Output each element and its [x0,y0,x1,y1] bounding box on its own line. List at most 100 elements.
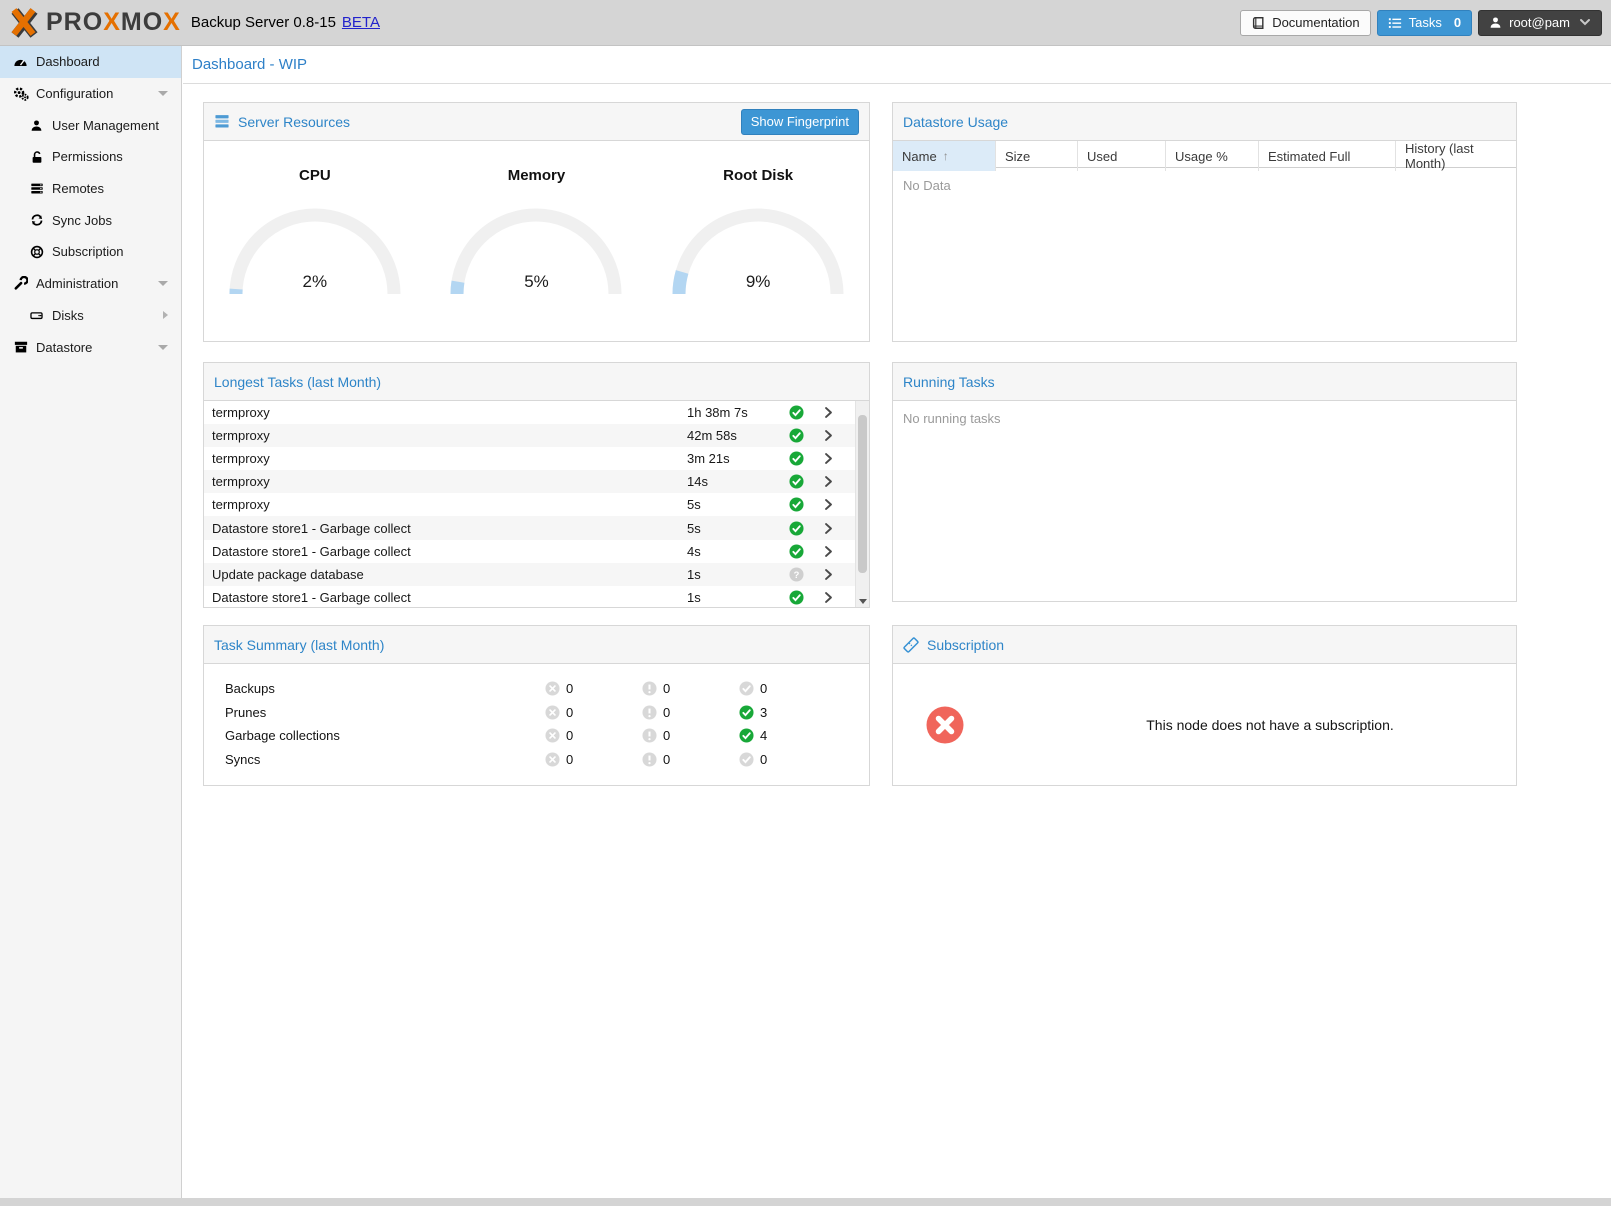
task-status-icon: ? [780,451,812,466]
sidebar-item-disks[interactable]: Disks [0,300,181,332]
sidebar-item-configuration[interactable]: Configuration [0,78,181,110]
life-ring-icon [28,245,45,259]
column-size[interactable]: Size [996,141,1078,171]
task-row[interactable]: Datastore store1 - Garbage collect 4s ? [204,540,855,563]
user-icon [1489,16,1502,29]
error-circle-icon [545,705,560,720]
column-estimated-full[interactable]: Estimated Full [1259,141,1396,171]
warning-count: 0 [642,705,739,720]
wrench-icon [12,276,29,291]
chevron-right-icon[interactable] [812,451,844,466]
memory-value: 5% [448,272,624,292]
chevron-right-icon[interactable] [812,544,844,559]
check-circle-icon [739,705,754,720]
task-row[interactable]: termproxy 42m 58s ? [204,424,855,447]
tasks-button[interactable]: Tasks 0 [1377,10,1472,36]
memory-gauge: Memory 5% [448,167,624,300]
datastore-usage-panel: Datastore Usage Name↑ Size Used Usage % … [892,102,1517,342]
sidebar-item-permissions[interactable]: Permissions [0,141,181,173]
running-tasks-empty-text: No running tasks [893,401,1516,436]
task-row[interactable]: Datastore store1 - Garbage collect 1s ? [204,586,855,607]
task-status-icon: ? [780,544,812,559]
chevron-right-icon[interactable] [812,590,844,605]
task-row[interactable]: Datastore store1 - Garbage collect 5s ? [204,516,855,539]
check-circle-icon [739,728,754,743]
ok-count: 4 [739,728,869,743]
subscription-message: This node does not have a subscription. [964,717,1516,733]
product-name: Backup Server 0.8-15 [191,14,336,31]
show-fingerprint-button[interactable]: Show Fingerprint [741,109,859,135]
warning-circle-icon [642,752,657,767]
chevron-right-icon[interactable] [812,428,844,443]
scrollbar-thumb[interactable] [858,415,867,573]
server-resources-panel: Server Resources Show Fingerprint CPU 2%… [203,102,870,342]
chevron-right-icon[interactable] [812,405,844,420]
task-status-icon: ? [780,567,812,582]
sidebar-item-user-management[interactable]: User Management [0,109,181,141]
task-status-icon: ? [780,590,812,605]
task-row[interactable]: termproxy 1h 38m 7s ? [204,401,855,424]
chevron-right-icon[interactable] [812,474,844,489]
column-history[interactable]: History (last Month) [1396,141,1516,171]
column-name[interactable]: Name↑ [893,141,996,171]
task-status-icon: ? [780,428,812,443]
warning-circle-icon [642,681,657,696]
task-status-icon: ? [780,497,812,512]
sidebar-item-subscription[interactable]: Subscription [0,236,181,268]
ok-count: 0 [739,752,869,767]
sync-icon [28,213,45,227]
warning-circle-icon [642,728,657,743]
cpu-value: 2% [227,272,403,292]
chevron-right-icon[interactable] [812,497,844,512]
task-status-icon: ? [780,405,812,420]
running-tasks-title: Running Tasks [903,374,995,390]
error-circle-icon [545,681,560,696]
caret-right-icon [163,311,168,319]
scrollbar-down-icon[interactable] [859,599,867,604]
user-menu-button[interactable]: root@pam [1478,10,1602,36]
task-row[interactable]: termproxy 3m 21s ? [204,447,855,470]
longest-tasks-panel: Longest Tasks (last Month) termproxy 1h … [203,362,870,608]
sidebar-item-sync-jobs[interactable]: Sync Jobs [0,204,181,236]
documentation-button[interactable]: Documentation [1240,10,1370,36]
summary-row-backups: Backups 0 0 0 [204,677,869,701]
chevron-right-icon[interactable] [812,567,844,582]
chevron-down-icon [1579,18,1591,27]
ok-count: 0 [739,681,869,696]
root-disk-gauge: Root Disk 9% [670,167,846,300]
proxmox-logo: PROXMOX [8,8,181,38]
task-row[interactable]: Update package database 1s ? [204,563,855,586]
subscription-title: Subscription [927,637,1004,653]
column-used[interactable]: Used [1078,141,1166,171]
task-summary-panel: Task Summary (last Month) Backups 0 0 0 … [203,625,870,786]
dashboard-icon [12,55,29,69]
window-bottom-strip [0,1198,1611,1206]
error-circle-icon [545,728,560,743]
subscription-panel: Subscription This node does not have a s… [892,625,1517,786]
check-circle-icon [739,681,754,696]
task-row[interactable]: termproxy 5s ? [204,493,855,516]
book-icon [1251,16,1265,30]
sort-ascending-icon: ↑ [943,149,949,163]
running-tasks-panel: Running Tasks No running tasks [892,362,1517,602]
summary-row-syncs: Syncs 0 0 0 [204,748,869,772]
sidebar-item-administration[interactable]: Administration [0,268,181,300]
sidebar-item-datastore[interactable]: Datastore [0,331,181,363]
sidebar-item-dashboard[interactable]: Dashboard [0,46,181,78]
beta-link[interactable]: BETA [342,14,380,31]
sidebar-item-remotes[interactable]: Remotes [0,173,181,205]
task-row[interactable]: termproxy 14s ? [204,470,855,493]
column-usage-pct[interactable]: Usage % [1166,141,1259,171]
archive-icon [12,340,29,354]
caret-down-icon [158,281,168,286]
svg-text:?: ? [793,570,799,580]
chevron-right-icon[interactable] [812,521,844,536]
scrollbar[interactable] [855,401,869,607]
caret-down-icon [158,345,168,350]
task-list-icon [1388,16,1402,30]
datastore-table-header: Name↑ Size Used Usage % Estimated Full H… [893,141,1516,168]
no-subscription-icon [926,706,964,744]
error-count: 0 [545,752,642,767]
hdd-icon [28,309,45,322]
gears-icon [12,86,29,101]
